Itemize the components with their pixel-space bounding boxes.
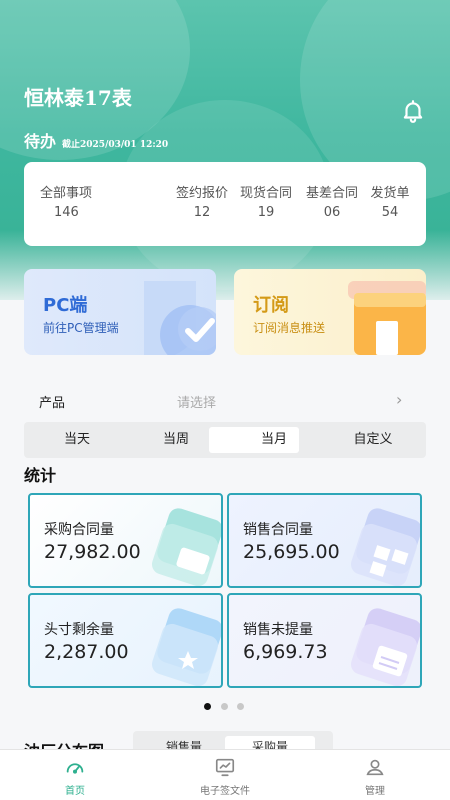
pc-portal-card[interactable]: PC端 前往PC管理端: [24, 269, 216, 355]
metric-label: 销售合同量: [243, 522, 313, 538]
stat-label: 现货合同: [239, 186, 292, 201]
company-name: 恒林泰17表: [24, 86, 132, 110]
pc-portal-title: PC端: [43, 295, 88, 316]
metric-value: 27,982.00: [44, 541, 141, 563]
chevron-right-icon: ›: [396, 390, 403, 409]
metric-value: 6,969.73: [243, 641, 328, 663]
todo-deadline: 截止2025/03/01 12:20: [62, 140, 169, 150]
stat-spot-contract[interactable]: 现货合同 19: [238, 182, 294, 220]
metric-value: 2,287.00: [44, 641, 129, 663]
metric-label: 采购合同量: [44, 522, 114, 538]
tab-today[interactable]: 当天: [32, 427, 122, 453]
stat-label: 基差合同: [305, 186, 358, 201]
stat-value: 12: [193, 205, 211, 220]
tab-manage[interactable]: 管理: [325, 756, 425, 797]
stat-basis-contract[interactable]: 基差合同 06: [304, 182, 360, 220]
metric-sales-undelivered[interactable]: 销售未提量 6,969.73: [227, 593, 422, 688]
pager-dot[interactable]: [221, 703, 228, 710]
bell-icon[interactable]: [400, 98, 426, 124]
metric-position-remaining[interactable]: 头寸剩余量 2,287.00: [28, 593, 223, 688]
shop-icon: [348, 281, 426, 355]
stat-value: 19: [257, 205, 275, 220]
bottom-tab-bar: 首页 电子签文件 管理: [0, 749, 450, 800]
carousel-pager: [204, 703, 248, 711]
period-tabs: 当天 当周 当月 自定义: [24, 422, 426, 458]
stat-delivery[interactable]: 发货单 54: [368, 182, 412, 220]
stat-quote[interactable]: 签约报价 12: [172, 182, 232, 220]
subscribe-title: 订阅: [253, 295, 289, 316]
chart-monitor-icon: [215, 758, 235, 777]
stat-all-items[interactable]: 全部事项 146: [40, 182, 92, 220]
stat-value: 54: [381, 205, 399, 220]
tab-week[interactable]: 当周: [131, 427, 221, 453]
metric-value: 25,695.00: [243, 541, 340, 563]
metric-label: 头寸剩余量: [44, 622, 114, 638]
star-document-icon: [151, 608, 221, 686]
todo-header: 待办 截止2025/03/01 12:20: [24, 128, 168, 152]
tab-label: 管理: [365, 786, 385, 797]
tab-home[interactable]: 首页: [25, 756, 125, 797]
metric-sales-contracts[interactable]: 销售合同量 25,695.00: [227, 493, 422, 588]
user-icon: [366, 759, 384, 776]
stat-label: 发货单: [370, 186, 410, 201]
todo-title: 待办: [24, 132, 57, 151]
product-label: 产品: [39, 396, 66, 411]
pager-dot[interactable]: [237, 703, 244, 710]
gauge-icon: [66, 763, 84, 774]
pc-portal-subtitle: 前往PC管理端: [43, 321, 119, 335]
briefcase-icon: [151, 508, 221, 586]
note-icon: [350, 608, 420, 686]
stat-label: 签约报价: [175, 186, 228, 201]
stat-value: 06: [323, 205, 341, 220]
tab-custom[interactable]: 自定义: [328, 427, 418, 453]
product-select[interactable]: 产品 请选择 ›: [24, 384, 426, 416]
pager-dot[interactable]: [204, 703, 211, 710]
metric-label: 销售未提量: [243, 622, 313, 638]
stat-value: 146: [54, 205, 79, 220]
stats-title: 统计: [24, 466, 57, 485]
tab-e-sign-files[interactable]: 电子签文件: [175, 756, 275, 797]
tab-label: 电子签文件: [200, 786, 250, 797]
shield-check-icon: [144, 281, 216, 355]
subscribe-subtitle: 订阅消息推送: [253, 321, 326, 335]
subscribe-card[interactable]: 订阅 订阅消息推送: [234, 269, 426, 355]
todo-stats-card: 全部事项 146 签约报价 12 现货合同 19 基差合同 06 发货单 54: [24, 162, 426, 246]
document-grid-icon: [350, 508, 420, 586]
tab-label: 首页: [65, 786, 85, 797]
product-placeholder: 请选择: [177, 396, 217, 411]
tab-month[interactable]: 当月: [209, 427, 299, 453]
metric-purchase-contracts[interactable]: 采购合同量 27,982.00: [28, 493, 223, 588]
stat-label: 全部事项: [40, 186, 93, 201]
